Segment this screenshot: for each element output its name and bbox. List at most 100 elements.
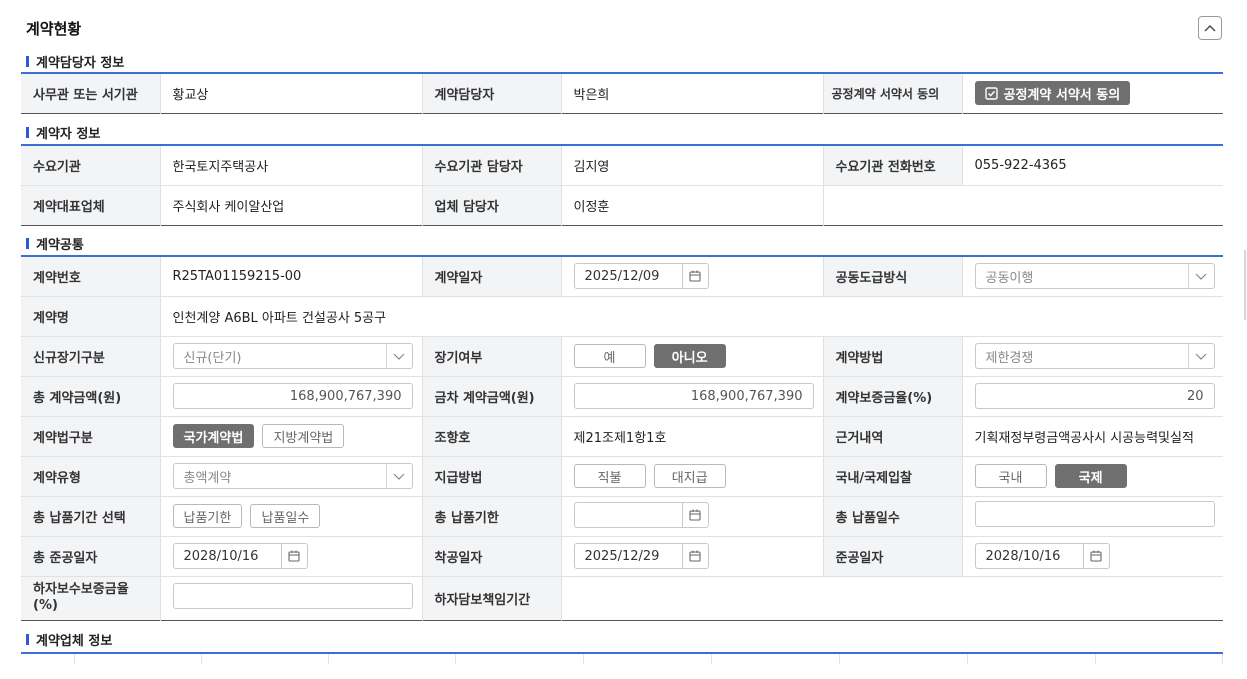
contract-date-field[interactable]: 2025/12/09: [573, 263, 709, 290]
label-defect-rate: 하자보수보증금율(%): [21, 576, 160, 620]
calendar-button[interactable]: [280, 544, 307, 568]
label-officer: 사무관 또는 서기관: [21, 73, 160, 113]
chevron-down-icon: [393, 353, 405, 360]
defect-rate-input[interactable]: [172, 583, 413, 609]
joint-method-select[interactable]: 공동이행: [974, 263, 1215, 290]
label-agency: 수요기관: [21, 145, 160, 186]
table-row: 총 납품기간 선택 납품기한 납품일수 총 납품기한 총 납품일수: [21, 496, 1223, 537]
table-row: 계약번호 R25TA01159215-00 계약일자 2025/12/09 공동…: [21, 256, 1223, 297]
completion-date-value: 2028/10/16: [985, 548, 1061, 564]
manager-info-table: 사무관 또는 서기관 황교상 계약담당자 박은희 공정계약 서약서 동의 공정계…: [21, 72, 1223, 114]
label-joint-method: 공동도급방식: [823, 256, 962, 297]
value-manager: 박은희: [560, 73, 824, 113]
company-table-header: [21, 652, 1223, 664]
total-amount-input[interactable]: 168,900,767,390: [172, 383, 413, 409]
domestic-bid-button[interactable]: 국내: [974, 464, 1047, 488]
section-label: 계약공통: [36, 238, 84, 253]
direct-pay-button[interactable]: 직불: [573, 464, 646, 488]
label-payment: 지급방법: [422, 456, 561, 497]
contract-date-value: 2025/12/09: [584, 268, 660, 284]
delivery-deadline-field[interactable]: [573, 501, 709, 528]
section-marker: [26, 238, 29, 249]
label-completion-total: 총 준공일자: [21, 536, 160, 577]
value-rep-company: 주식회사 케이알산업: [159, 185, 423, 225]
new-long-select[interactable]: 신규(단기): [172, 343, 413, 369]
contract-method-select[interactable]: 제한경쟁: [974, 343, 1215, 369]
label-rep-company: 계약대표업체: [21, 185, 160, 225]
long-term-no-button[interactable]: 아니오: [653, 344, 726, 368]
calendar-button[interactable]: [1082, 544, 1109, 568]
table-row: 사무관 또는 서기관 황교상 계약담당자 박은희 공정계약 서약서 동의 공정계…: [21, 73, 1223, 113]
chevron-up-icon: [1204, 25, 1216, 32]
calendar-button[interactable]: [681, 544, 708, 568]
label-contract-name: 계약명: [21, 296, 160, 337]
chevron-down-icon: [1195, 273, 1207, 280]
table-row: 계약법구분 국가계약법 지방계약법 조항호 제21조제1항1호 근거내역 기획재…: [21, 416, 1223, 457]
label-total-amount: 총 계약금액(원): [21, 376, 160, 417]
proxy-pay-button[interactable]: 대지급: [653, 464, 726, 488]
value-basis: 기획재정부령금액공사시 시공능력및실적: [961, 416, 1223, 457]
contractor-info-table: 수요기관 한국토지주택공사 수요기관 담당자 김지영 수요기관 전화번호 055…: [21, 144, 1223, 226]
section-title-company: 계약업체 정보: [26, 630, 112, 649]
table-row: 하자보수보증금율(%) 하자담보책임기간: [21, 576, 1223, 620]
calendar-button[interactable]: [681, 502, 708, 527]
label-new-long: 신규장기구분: [21, 336, 160, 377]
section-title-contractor: 계약자 정보: [26, 123, 100, 142]
contract-type-select[interactable]: 총액계약: [172, 463, 413, 489]
fair-pledge-label: 공정계약 서약서 동의: [1003, 87, 1121, 103]
section-label: 계약업체 정보: [36, 634, 113, 649]
fair-pledge-checkbox[interactable]: 공정계약 서약서 동의: [974, 81, 1131, 106]
section-title-common: 계약공통: [26, 234, 84, 253]
guarantee-rate-input[interactable]: 20: [974, 383, 1215, 409]
scrollbar[interactable]: [1244, 250, 1246, 320]
this-amount-input[interactable]: 168,900,767,390: [573, 383, 814, 409]
section-label: 계약자 정보: [36, 127, 101, 142]
empty-cell: [822, 185, 1223, 225]
value-clause: 제21조제1항1호: [560, 416, 824, 457]
label-defect-period: 하자담보책임기간: [422, 576, 561, 620]
local-law-button[interactable]: 지방계약법: [262, 424, 345, 448]
value-officer: 황교상: [159, 73, 423, 113]
table-row: 총 계약금액(원) 168,900,767,390 금차 계약금액(원) 168…: [21, 376, 1223, 417]
label-agency-phone: 수요기관 전화번호: [823, 145, 962, 186]
completion-total-value: 2028/10/16: [183, 548, 259, 564]
page-title: 계약현황: [26, 20, 82, 38]
table-row: 수요기관 한국토지주택공사 수요기관 담당자 김지영 수요기관 전화번호 055…: [21, 145, 1223, 186]
section-marker: [26, 127, 29, 138]
completion-total-field[interactable]: 2028/10/16: [172, 543, 308, 569]
table-row: 계약유형 총액계약 지급방법 직불 대지급 국내/국제입찰 국내 국제: [21, 456, 1223, 497]
intl-bid-button[interactable]: 국제: [1054, 464, 1127, 488]
contract-common-table: 계약번호 R25TA01159215-00 계약일자 2025/12/09 공동…: [21, 255, 1223, 621]
national-law-button[interactable]: 국가계약법: [172, 424, 255, 448]
table-row: 신규장기구분 신규(단기) 장기여부 예 아니오 계약방법 제한경쟁: [21, 336, 1223, 377]
label-fair-pledge: 공정계약 서약서 동의: [823, 73, 962, 113]
delivery-days-input[interactable]: [974, 501, 1215, 527]
start-date-field[interactable]: 2025/12/29: [573, 543, 709, 569]
value-company-manager: 이정훈: [560, 185, 824, 225]
value-agency: 한국토지주택공사: [159, 145, 423, 186]
label-contract-no: 계약번호: [21, 256, 160, 297]
collapse-button[interactable]: [1198, 16, 1222, 40]
label-delivery-days: 총 납품일수: [823, 496, 962, 537]
delivery-days-button[interactable]: 납품일수: [250, 504, 321, 528]
label-contract-type: 계약유형: [21, 456, 160, 497]
table-row: 계약명 인천계양 A6BL 아파트 건설공사 5공구: [21, 296, 1223, 337]
table-row: 총 준공일자 2028/10/16 착공일자 2025/12/29 준공일자 2…: [21, 536, 1223, 577]
label-company-manager: 업체 담당자: [422, 185, 561, 225]
completion-date-field[interactable]: 2028/10/16: [974, 543, 1110, 569]
long-term-yes-button[interactable]: 예: [573, 344, 646, 368]
label-long-term: 장기여부: [422, 336, 561, 377]
section-marker: [26, 634, 29, 645]
label-delivery-deadline: 총 납품기한: [422, 496, 561, 537]
label-contract-method: 계약방법: [823, 336, 962, 377]
calendar-button[interactable]: [681, 264, 708, 289]
label-completion-date: 준공일자: [823, 536, 962, 577]
contract-method-value: 제한경쟁: [985, 350, 1034, 366]
calendar-icon: [1090, 550, 1102, 562]
label-manager: 계약담당자: [422, 73, 561, 113]
label-guarantee-rate: 계약보증금율(%): [823, 376, 962, 417]
delivery-deadline-button[interactable]: 납품기한: [172, 504, 243, 528]
value-agency-manager: 김지영: [560, 145, 824, 186]
chevron-down-icon: [1195, 353, 1207, 360]
new-long-value: 신규(단기): [183, 350, 242, 366]
